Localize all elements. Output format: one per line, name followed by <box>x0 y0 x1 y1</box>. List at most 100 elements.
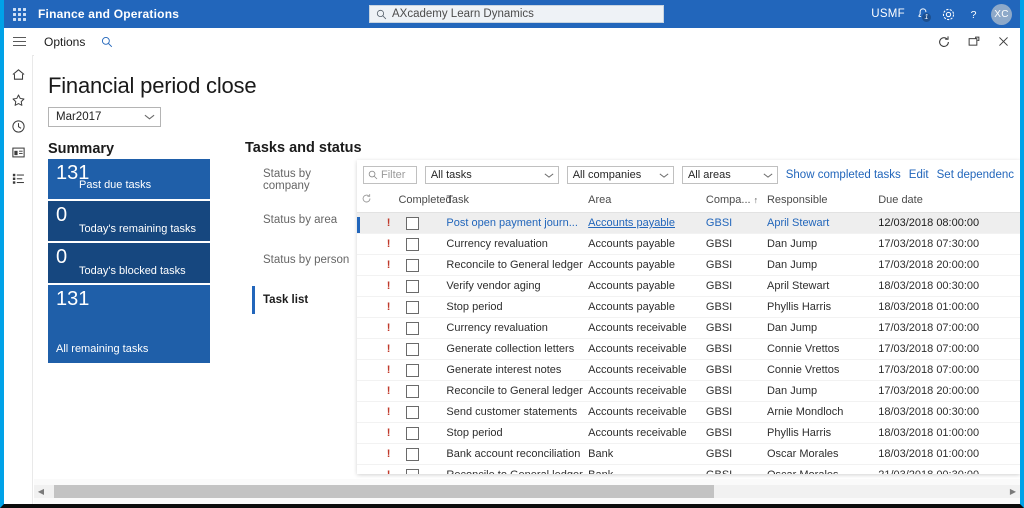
task-filter-dropdown[interactable]: All tasks <box>424 166 559 184</box>
tile-todays-blocked-tasks[interactable]: 0 Today's blocked tasks <box>48 243 210 283</box>
tile-todays-remaining-tasks[interactable]: 0 Today's remaining tasks <box>48 201 210 241</box>
cell-task[interactable]: Reconcile to General ledger <box>446 464 589 474</box>
completed-checkbox-cell[interactable] <box>398 254 447 276</box>
page-search-button[interactable] <box>101 36 113 48</box>
cell-area[interactable]: Accounts payable <box>588 296 706 318</box>
refresh-button[interactable] <box>937 35 951 49</box>
cell-task[interactable]: Send customer statements <box>446 401 589 423</box>
cell-task[interactable]: Stop period <box>446 422 589 444</box>
completed-checkbox-cell[interactable] <box>398 443 447 465</box>
table-row[interactable]: ! Post open payment journ... Accounts paya… <box>357 212 1020 234</box>
completed-checkbox-cell[interactable] <box>398 401 447 423</box>
sidebar-item-home[interactable] <box>4 61 33 87</box>
tab-status-by-area[interactable]: Status by area <box>245 200 355 240</box>
table-row[interactable]: ! Reconcile to General ledgerBankGBSIOsca… <box>357 464 1020 474</box>
completed-checkbox[interactable] <box>406 258 420 272</box>
completed-checkbox[interactable] <box>406 321 420 335</box>
tab-status-by-company[interactable]: Status by company <box>245 160 355 200</box>
filter-input[interactable]: Filter <box>363 166 417 184</box>
completed-checkbox[interactable] <box>406 447 420 461</box>
completed-checkbox-cell[interactable] <box>398 380 447 402</box>
completed-checkbox[interactable] <box>406 405 420 419</box>
table-row[interactable]: ! Generate collection letters Accounts rec… <box>357 338 1020 360</box>
column-header-completed[interactable]: Completed <box>398 190 452 213</box>
column-header-responsible[interactable]: Responsible <box>766 190 879 213</box>
scrollbar-track[interactable] <box>48 485 1006 498</box>
column-header-company[interactable]: Compa... ↑ <box>705 190 767 213</box>
completed-checkbox[interactable] <box>406 363 420 377</box>
cell-area[interactable]: Accounts receivable <box>588 422 706 444</box>
table-row[interactable]: ! Send customer statements Accounts receiv… <box>357 401 1020 423</box>
cell-task[interactable]: Currency revaluation <box>446 317 589 339</box>
cell-area[interactable]: Accounts receivable <box>588 338 706 360</box>
table-row[interactable]: ! Stop period Accounts payable GBSI Phyllis … <box>357 296 1020 318</box>
completed-checkbox-cell[interactable] <box>398 422 447 444</box>
completed-checkbox-cell[interactable] <box>398 212 447 234</box>
table-row[interactable]: ! Verify vendor aging Accounts payable GBSI… <box>357 275 1020 297</box>
cell-area[interactable]: Accounts payable <box>588 212 706 234</box>
scrollbar-thumb[interactable] <box>54 485 714 498</box>
completed-checkbox[interactable] <box>406 216 420 230</box>
edit-button[interactable]: Edit <box>909 169 929 181</box>
table-row[interactable]: ! Currency revaluation Accounts receivable… <box>357 317 1020 339</box>
completed-checkbox-cell[interactable] <box>398 338 447 360</box>
completed-checkbox[interactable] <box>406 279 420 293</box>
cell-area[interactable]: Accounts payable <box>588 275 706 297</box>
cell-task[interactable]: Verify vendor aging <box>446 275 589 297</box>
cell-task[interactable]: Reconcile to General ledger <box>446 254 589 276</box>
sidebar-item-workspaces[interactable] <box>4 139 33 165</box>
completed-checkbox[interactable] <box>406 237 420 251</box>
cell-area[interactable]: Accounts receivable <box>588 401 706 423</box>
navigation-toggle-button[interactable] <box>4 28 34 55</box>
table-row[interactable]: ! Bank account reconciliation Bank GBSI Osca… <box>357 443 1020 465</box>
sidebar-item-modules[interactable] <box>4 165 33 191</box>
completed-checkbox-cell[interactable] <box>398 317 447 339</box>
tab-status-by-person[interactable]: Status by person <box>245 240 355 280</box>
completed-checkbox[interactable] <box>406 300 420 314</box>
cell-area[interactable]: Accounts receivable <box>588 359 706 381</box>
table-row[interactable]: ! Reconcile to General ledger Accounts rec… <box>357 380 1020 402</box>
completed-checkbox[interactable] <box>406 342 420 356</box>
user-avatar[interactable]: XC <box>991 3 1012 25</box>
tab-task-list[interactable]: Task list <box>245 280 355 320</box>
cell-task[interactable]: Currency revaluation <box>446 233 589 255</box>
area-filter-dropdown[interactable]: All areas <box>681 166 778 184</box>
horizontal-scrollbar[interactable]: ◀ ▶ <box>34 485 1020 498</box>
help-button[interactable]: ? <box>967 7 980 22</box>
cell-task[interactable]: Post open payment journ... <box>446 212 589 234</box>
completed-checkbox-cell[interactable] <box>398 359 447 381</box>
table-row[interactable]: ! Reconcile to General ledger Accounts pay… <box>357 254 1020 276</box>
cell-area[interactable]: Bank <box>588 443 706 465</box>
notifications-button[interactable]: 1 <box>916 7 932 23</box>
settings-button[interactable] <box>941 7 956 22</box>
show-completed-tasks-button[interactable]: Show completed tasks <box>786 169 901 181</box>
completed-checkbox-cell[interactable] <box>398 275 447 297</box>
tile-past-due-tasks[interactable]: 131 Past due tasks <box>48 159 210 199</box>
cell-area[interactable]: Accounts payable <box>588 233 706 255</box>
cell-area[interactable]: Bank <box>588 464 706 474</box>
close-button[interactable] <box>997 35 1010 48</box>
cell-task[interactable]: Generate interest notes <box>446 359 589 381</box>
completed-checkbox[interactable] <box>406 384 420 398</box>
sidebar-item-recent[interactable] <box>4 113 33 139</box>
scroll-right-arrow[interactable]: ▶ <box>1006 487 1020 496</box>
completed-checkbox[interactable] <box>406 468 420 474</box>
cell-area[interactable]: Accounts receivable <box>588 317 706 339</box>
completed-checkbox-cell[interactable] <box>398 233 447 255</box>
cell-task[interactable]: Stop period <box>446 296 589 318</box>
completed-checkbox-cell[interactable] <box>398 296 447 318</box>
scroll-left-arrow[interactable]: ◀ <box>34 487 48 496</box>
sidebar-item-favorites[interactable] <box>4 87 33 113</box>
global-search-input[interactable]: AXcademy Learn Dynamics <box>369 5 664 23</box>
period-dropdown[interactable]: Mar2017 <box>48 107 161 127</box>
app-launcher-button[interactable] <box>4 0 34 28</box>
company-indicator[interactable]: USMF <box>871 8 905 20</box>
column-header-area[interactable]: Area <box>588 190 706 213</box>
table-row[interactable]: ! Stop period Accounts receivable GBSI Phyll… <box>357 422 1020 444</box>
cell-task[interactable]: Generate collection letters <box>446 338 589 360</box>
cell-task[interactable]: Bank account reconciliation <box>446 443 589 465</box>
cell-area[interactable]: Accounts payable <box>588 254 706 276</box>
table-row[interactable]: ! Generate interest notes Accounts receiva… <box>357 359 1020 381</box>
column-header-due-date[interactable]: Due date <box>878 190 1020 213</box>
set-dependency-button[interactable]: Set dependenc <box>937 169 1014 181</box>
